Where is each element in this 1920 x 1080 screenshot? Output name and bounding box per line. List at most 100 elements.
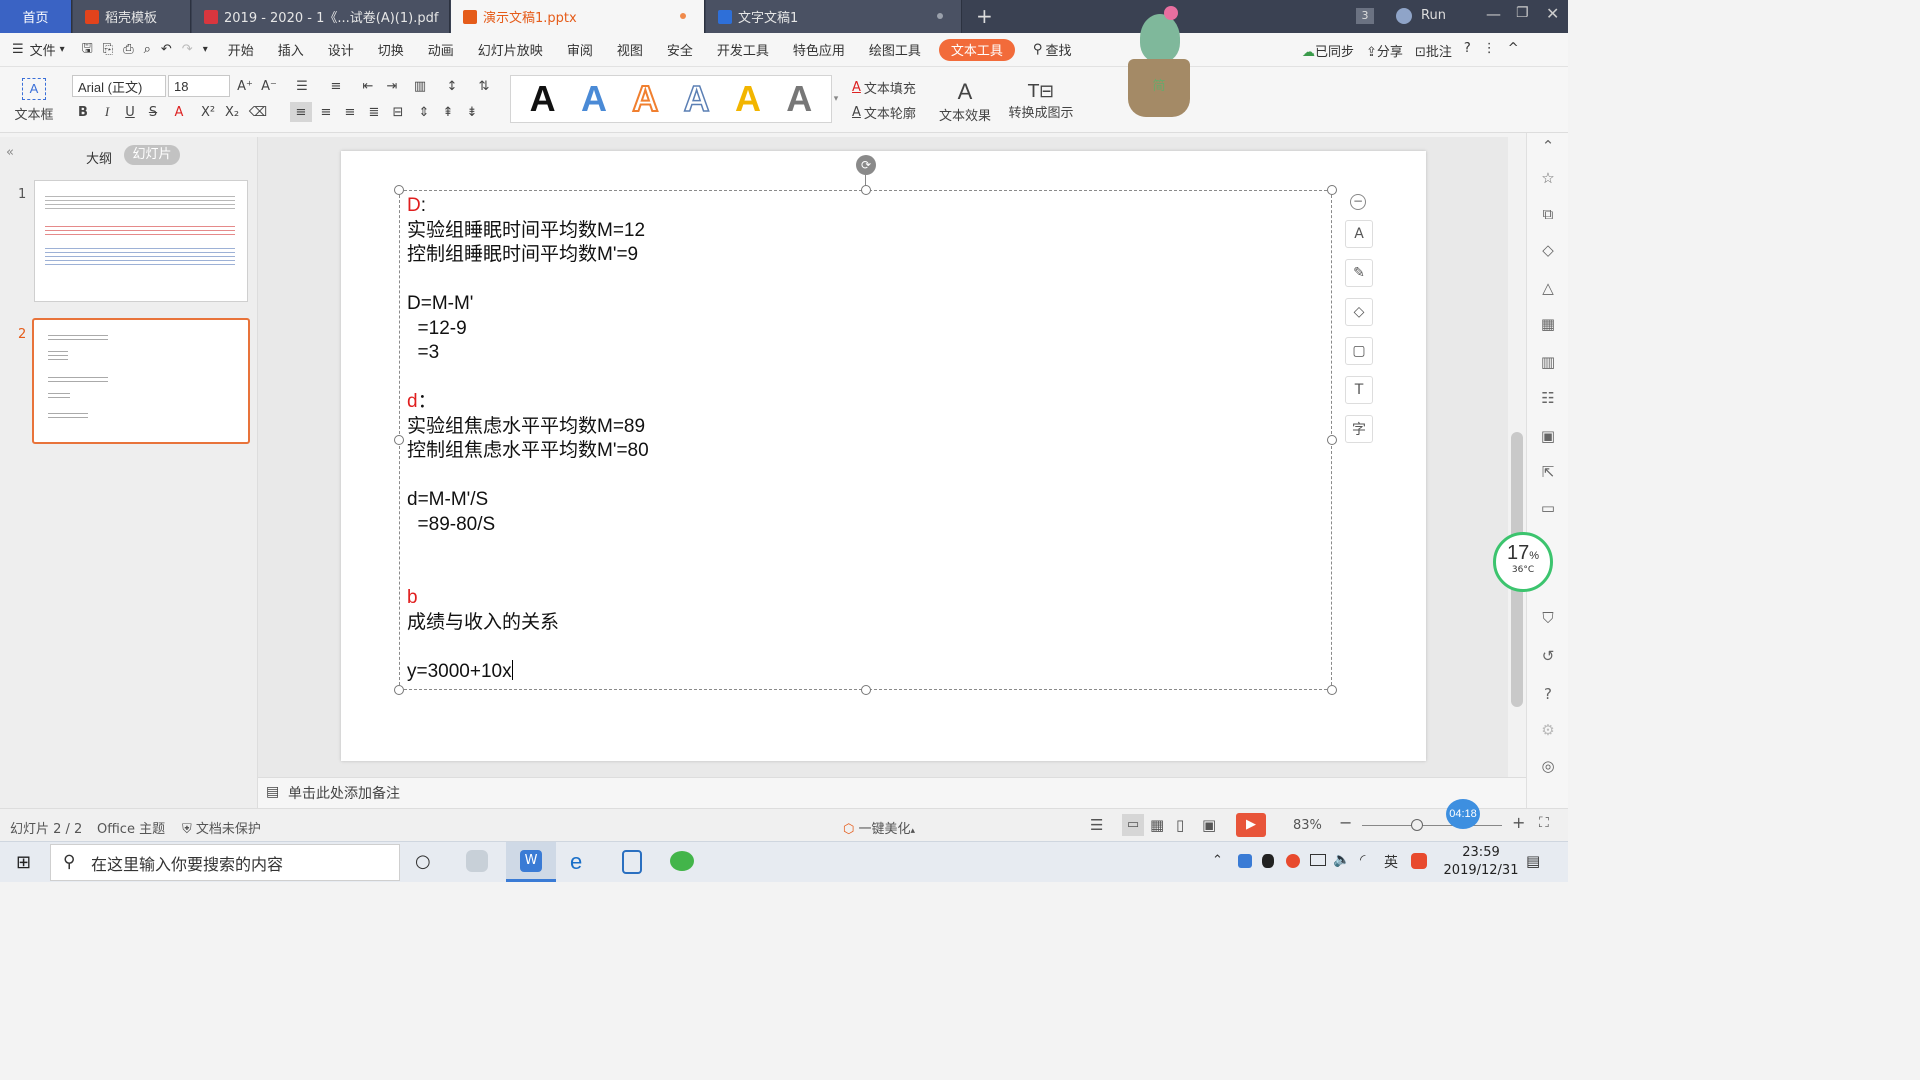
resize-handle[interactable] [1327, 435, 1337, 445]
cortana-icon[interactable]: ○ [415, 851, 431, 872]
notification-icon[interactable]: ▤ [1526, 852, 1540, 870]
font-size-select[interactable]: 18 [168, 75, 230, 97]
collapse-sidebar-icon[interactable]: ⌃ [1539, 137, 1557, 155]
gallery-scroll-icon[interactable]: ▾ [832, 75, 840, 123]
menu-view[interactable]: 视图 [605, 33, 655, 67]
brush-float-icon[interactable]: ✎ [1345, 259, 1373, 287]
normal-view-icon[interactable]: ▭ [1122, 814, 1144, 836]
reading-view-icon[interactable]: ▯ [1176, 816, 1184, 834]
columns-icon[interactable]: ▥ [410, 76, 430, 96]
resize-handle[interactable] [861, 185, 871, 195]
zoom-slider-thumb[interactable] [1411, 819, 1423, 831]
comment-button[interactable]: ⊡批注 [1415, 41, 1452, 60]
line-spacing-icon[interactable]: ↕ [442, 76, 462, 96]
export-icon[interactable]: ⎘ [98, 33, 118, 67]
undo-icon[interactable]: ↶ [156, 33, 177, 67]
convert-smartart-button[interactable]: T⊟ 转换成图示 [1008, 75, 1074, 127]
battery-icon[interactable] [1310, 854, 1326, 866]
distribute-icon[interactable]: ⊟ [388, 102, 408, 122]
zoom-in-icon[interactable]: + [1512, 813, 1525, 832]
zoom-level[interactable]: 83% [1293, 818, 1322, 833]
windows-start-icon[interactable]: ⊞ [16, 852, 31, 873]
tab-docer[interactable]: 稻壳模板 [73, 0, 191, 33]
text-outline-button[interactable]: A 文本轮廓 [852, 102, 916, 122]
resize-handle[interactable] [861, 685, 871, 695]
wifi-icon[interactable]: ◜ [1360, 852, 1365, 868]
wordart-style-gold[interactable]: A [735, 78, 761, 120]
history-icon[interactable]: ↺ [1539, 647, 1557, 665]
align-center-icon[interactable]: ≡ [316, 102, 336, 122]
spacing-after-icon[interactable]: ⇟ [462, 102, 482, 122]
border-float-icon[interactable]: ▢ [1345, 337, 1373, 365]
wordart-style-gray[interactable]: A [786, 78, 812, 120]
resize-handle[interactable] [394, 185, 404, 195]
resize-handle[interactable] [394, 435, 404, 445]
theme-name[interactable]: Office 主题 [97, 818, 165, 837]
tab-slides[interactable]: 幻灯片 [124, 145, 180, 165]
collapse-float-icon[interactable]: − [1350, 194, 1366, 210]
restore-icon[interactable]: ❐ [1516, 5, 1529, 21]
tray-security-icon[interactable] [1286, 854, 1300, 868]
textbox-button[interactable]: A 文本框 [8, 73, 60, 127]
tab-pptx[interactable]: 演示文稿1.pptx [451, 0, 705, 33]
location-icon[interactable]: ◎ [1539, 757, 1557, 775]
shape-icon[interactable]: ◇ [1539, 241, 1557, 259]
font-color-icon[interactable]: A [168, 102, 190, 122]
subscript-icon[interactable]: X₂ [222, 102, 242, 122]
menu-insert[interactable]: 插入 [266, 33, 316, 67]
slide-thumbnail-2[interactable] [32, 318, 250, 444]
grid-icon[interactable]: ▦ [1539, 315, 1557, 333]
help-circle-icon[interactable]: ? [1539, 685, 1557, 703]
menu-slideshow[interactable]: 幻灯片放映 [466, 33, 555, 67]
menu-developer[interactable]: 开发工具 [705, 33, 781, 67]
qq-icon[interactable] [1262, 854, 1274, 868]
justify-icon[interactable]: ≣ [364, 102, 384, 122]
grow-font-icon[interactable]: A⁺ [236, 76, 254, 96]
wordart-style-blue-outline[interactable]: A [683, 77, 711, 120]
preview-icon[interactable]: ⌕ [139, 33, 156, 67]
align-right-icon[interactable]: ≡ [340, 102, 360, 122]
superscript-icon[interactable]: X² [198, 102, 218, 122]
menu-security[interactable]: 安全 [655, 33, 705, 67]
notes-toggle-icon[interactable]: ☰ [1090, 816, 1103, 834]
print-icon[interactable]: ⎙ [118, 33, 138, 67]
tab-doc[interactable]: 文字文稿1 [706, 0, 962, 33]
underline-icon[interactable]: U [121, 102, 139, 122]
taskbar-search[interactable]: ⚲ 在这里输入你要搜索的内容 [50, 844, 400, 881]
decrease-indent-icon[interactable]: ⇤ [358, 76, 378, 96]
paragraph-spacing-icon[interactable]: ⇕ [414, 102, 434, 122]
ime-indicator[interactable]: 英 [1384, 852, 1398, 872]
chart-icon[interactable]: ▥ [1539, 353, 1557, 371]
tab-outline[interactable]: 大纲 [86, 148, 112, 167]
bold-icon[interactable]: B [74, 102, 92, 122]
text-direction-icon[interactable]: ⇅ [474, 76, 494, 96]
increase-indent-icon[interactable]: ⇥ [382, 76, 402, 96]
slide-body-text[interactable]: D: 实验组睡眠时间平均数M=12 控制组睡眠时间平均数M'=9 D=M-M' =1… [407, 194, 649, 684]
resize-handle[interactable] [1327, 185, 1337, 195]
minimize-icon[interactable]: — [1486, 5, 1501, 23]
strikethrough-icon[interactable]: S [144, 102, 162, 122]
notes-area[interactable]: ▤ 单击此处添加备注 [258, 777, 1526, 808]
help-icon[interactable]: ? [1464, 41, 1471, 60]
clear-format-icon[interactable]: ⌫ [248, 102, 268, 122]
tab-pdf[interactable]: 2019 - 2020 - 1《...试卷(A)(1).pdf [192, 0, 450, 33]
clock[interactable]: 23:59 2019/12/31 [1441, 844, 1521, 880]
number-list-icon[interactable]: ≡ [326, 76, 346, 96]
zoom-out-icon[interactable]: − [1339, 813, 1352, 832]
tray-app-icon[interactable] [1238, 854, 1252, 868]
file-menu[interactable]: ☰ 文件 ▾ [0, 33, 77, 67]
collapse-panel-icon[interactable]: « [6, 145, 14, 160]
edge-icon[interactable]: e [570, 849, 582, 875]
protection-status[interactable]: ⛨ 文档未保护 [182, 818, 261, 837]
archive-icon[interactable]: ▭ [1539, 499, 1557, 517]
sync-button[interactable]: ☁已同步 [1302, 41, 1354, 60]
fit-window-icon[interactable]: ⛶ [1539, 815, 1549, 831]
copy-icon[interactable]: ⧉ [1539, 205, 1557, 223]
menu-review[interactable]: 审阅 [555, 33, 605, 67]
bullet-list-icon[interactable]: ☰ [292, 76, 312, 96]
phone-app-icon[interactable] [622, 850, 642, 874]
volume-icon[interactable]: 🔈 [1333, 852, 1350, 868]
sorter-view-icon[interactable]: ▦ [1150, 816, 1164, 834]
wechat-icon[interactable] [670, 851, 694, 871]
tray-overflow-icon[interactable]: ⌃ [1212, 853, 1223, 868]
